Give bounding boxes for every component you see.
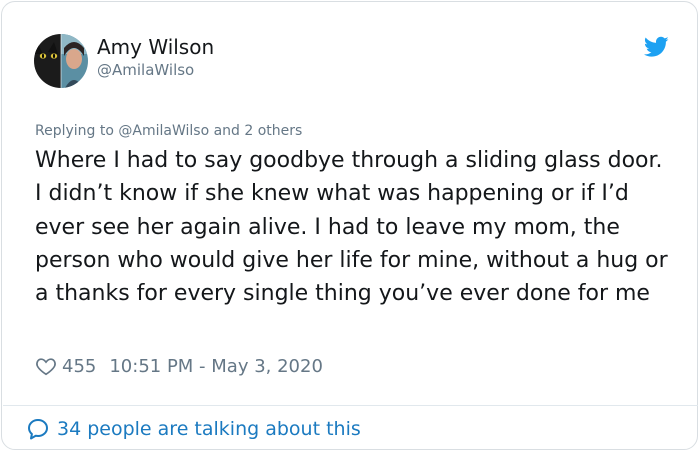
avatar[interactable]: [34, 34, 88, 88]
author-handle[interactable]: @AmilaWilso: [97, 60, 194, 80]
replying-handle-link[interactable]: @AmilaWilso: [118, 123, 209, 139]
replying-to-line: Replying to @AmilaWilso and 2 others: [35, 122, 302, 140]
like-count[interactable]: 455: [62, 356, 96, 377]
speech-bubble-icon: [28, 419, 48, 440]
heart-outline-icon[interactable]: [35, 355, 57, 377]
replying-suffix[interactable]: and 2 others: [214, 123, 303, 139]
tweet-text: Where I had to say goodbye through a sli…: [35, 148, 668, 307]
tweet-timestamp[interactable]: 10:51 PM - May 3, 2020: [109, 356, 323, 377]
tweet-card: Amy Wilson @AmilaWilso Replying to @Amil…: [1, 1, 698, 450]
author-name[interactable]: Amy Wilson: [97, 35, 214, 59]
divider: [3, 405, 698, 406]
twitter-bird-icon[interactable]: [643, 36, 669, 58]
conversation-link-label[interactable]: 34 people are talking about this: [57, 418, 361, 440]
replying-prefix: Replying to: [35, 123, 114, 139]
conversation-link[interactable]: 34 people are talking about this: [26, 416, 361, 442]
tweet-meta: 455 10:51 PM - May 3, 2020: [35, 353, 323, 379]
